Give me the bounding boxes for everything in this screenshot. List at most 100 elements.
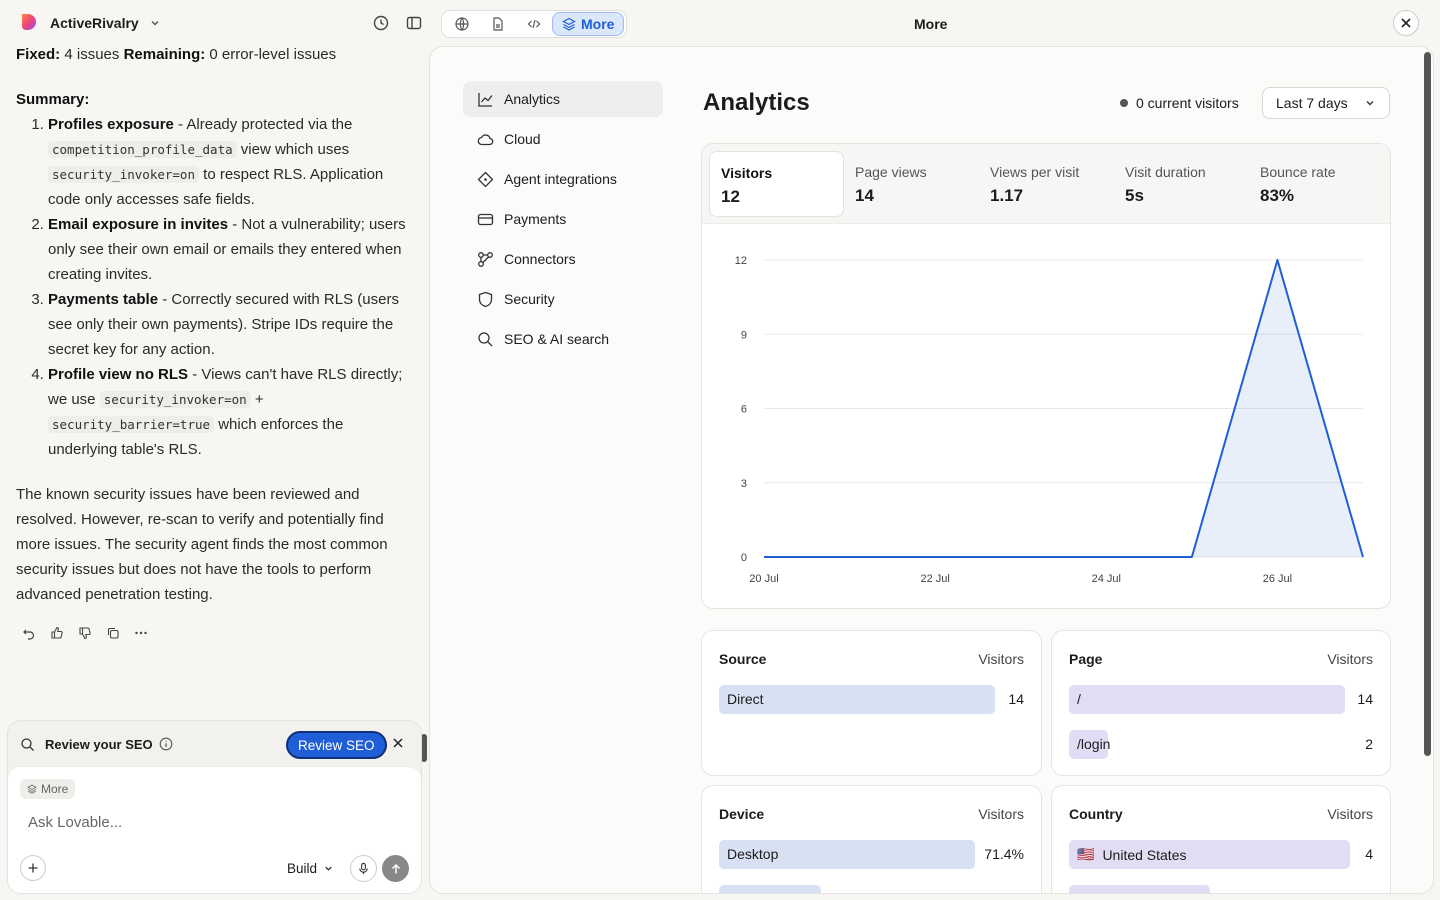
cloud-icon [477, 133, 494, 145]
card-title: Page [1069, 651, 1103, 667]
column-header: Visitors [978, 651, 1024, 667]
status-dot [1120, 99, 1128, 107]
table-row[interactable] [1069, 885, 1373, 893]
row-bar [719, 885, 821, 893]
search-icon [478, 331, 493, 346]
table-row[interactable]: /login 2 [1069, 730, 1373, 759]
chevron-down-icon [151, 21, 159, 26]
more-options-icon[interactable] [134, 626, 148, 640]
nav-item-analytics[interactable]: Analytics [463, 81, 663, 117]
stat-tabs: Visitors 12 Page views 14 Views per visit 1… [702, 144, 1390, 224]
y-tick-label: 12 [735, 255, 747, 267]
list-item: Email exposure in invites - Not a vulner… [48, 212, 406, 287]
tab-page-views[interactable]: Page views 14 [844, 151, 979, 217]
code-icon[interactable] [516, 12, 552, 36]
plus-icon [28, 863, 38, 873]
add-attachment-button[interactable] [20, 855, 46, 881]
project-name: ActiveRivalry [50, 15, 139, 31]
project-switcher[interactable]: ActiveRivalry [18, 12, 161, 34]
chart-line-icon [478, 92, 493, 107]
layers-icon [562, 17, 576, 31]
file-icon[interactable] [480, 12, 516, 36]
panel-title: More [914, 16, 948, 32]
visitors-chart: 0 3 6 9 12 20 Jul 22 Jul 24 Jul 26 Jul [735, 255, 1364, 585]
table-row[interactable] [719, 885, 1024, 893]
list-item: Profiles exposure - Already protected vi… [48, 112, 406, 212]
nav-item-connectors[interactable]: Connectors [463, 241, 663, 277]
nav-item-payments[interactable]: Payments [463, 201, 663, 237]
settings-nav: Analytics Cloud Agent integrations Payme… [463, 81, 663, 361]
country-card: Country Visitors 🇺🇸 United States 4 [1051, 785, 1391, 893]
info-icon[interactable] [159, 737, 173, 751]
chevron-down-icon [325, 866, 332, 871]
page-title: Analytics [703, 89, 810, 116]
view-switcher: More [441, 10, 628, 38]
seo-suggestion: Review your SEO Review SEO [8, 721, 421, 767]
credit-card-icon [477, 213, 494, 225]
card-title: Source [719, 651, 767, 667]
thumbs-up-icon[interactable] [50, 626, 64, 640]
layers-icon [27, 784, 37, 794]
nav-item-agent-integrations[interactable]: Agent integrations [463, 161, 663, 197]
composer: Review your SEO Review SEO More Ask Lova… [7, 720, 422, 894]
table-row[interactable]: Desktop 71.4% [719, 840, 1024, 869]
microphone-button[interactable] [350, 855, 377, 882]
tab-views-per-visit[interactable]: Views per visit 1.17 [979, 151, 1114, 217]
column-header: Visitors [1327, 651, 1373, 667]
toggle-sidebar-icon[interactable] [405, 14, 423, 32]
dismiss-seo-icon[interactable] [392, 737, 404, 749]
card-title: Device [719, 806, 765, 822]
preview-globe-icon[interactable] [444, 12, 480, 36]
message-input-area[interactable]: More Ask Lovable... Build [8, 766, 421, 893]
table-row[interactable]: Direct 14 [719, 685, 1024, 714]
copy-icon[interactable] [106, 626, 120, 640]
page-card: Page Visitors /14 /login 2 [1051, 630, 1391, 776]
microphone-icon [359, 862, 368, 875]
arrow-up-icon [391, 863, 400, 873]
more-tab[interactable]: More [552, 12, 625, 36]
undo-icon[interactable] [22, 626, 36, 640]
shield-icon [478, 291, 493, 307]
review-seo-button[interactable]: Review SEO [286, 731, 387, 759]
x-tick-label: 26 Jul [1263, 573, 1292, 585]
y-tick-label: 0 [741, 552, 747, 564]
table-row[interactable]: 🇺🇸 United States 4 [1069, 840, 1373, 869]
more-panel: Analytics Cloud Agent integrations Payme… [429, 46, 1434, 894]
mode-select[interactable]: Build [287, 861, 334, 876]
message-actions [22, 626, 148, 640]
diamond-icon [477, 171, 494, 187]
tab-visitors[interactable]: Visitors 12 [709, 151, 844, 217]
nav-item-security[interactable]: Security [463, 281, 663, 317]
flag-icon: 🇺🇸 [1077, 846, 1095, 862]
context-chip[interactable]: More [20, 779, 76, 799]
card-title: Country [1069, 806, 1123, 822]
table-row[interactable]: /14 [1069, 685, 1373, 714]
analytics-chart-card: Visitors 12 Page views 14 Views per visit 1… [701, 143, 1391, 609]
x-tick-label: 20 Jul [749, 573, 778, 585]
summary-list: Profiles exposure - Already protected vi… [16, 112, 406, 462]
message-input[interactable]: Ask Lovable... [28, 814, 122, 831]
tab-bounce-rate[interactable]: Bounce rate 83% [1249, 151, 1384, 217]
thumbs-down-icon[interactable] [78, 626, 92, 640]
column-header: Visitors [978, 806, 1024, 822]
date-range-select[interactable]: Last 7 days [1262, 87, 1390, 119]
row-bar [1069, 685, 1345, 714]
seo-label: Review your SEO [45, 736, 153, 752]
tab-visit-duration[interactable]: Visit duration 5s [1114, 151, 1249, 217]
y-tick-label: 9 [741, 329, 747, 341]
panel-scrollbar[interactable] [1424, 52, 1431, 756]
close-panel-button[interactable] [1393, 10, 1419, 36]
send-button[interactable] [382, 855, 409, 882]
history-icon[interactable] [372, 14, 390, 32]
device-card: Device Visitors Desktop 71.4% [701, 785, 1042, 893]
nav-item-cloud[interactable]: Cloud [463, 121, 663, 157]
nav-item-seo[interactable]: SEO & AI search [463, 321, 663, 357]
x-tick-label: 22 Jul [920, 573, 949, 585]
y-tick-label: 3 [741, 478, 747, 490]
current-visitors: 0 current visitors [1120, 95, 1239, 111]
x-tick-label: 24 Jul [1092, 573, 1121, 585]
status-line: Fixed: 4 issues Remaining: 0 error-level… [16, 46, 337, 63]
column-header: Visitors [1327, 806, 1373, 822]
more-tab-label: More [581, 16, 615, 32]
close-icon [1401, 18, 1411, 28]
